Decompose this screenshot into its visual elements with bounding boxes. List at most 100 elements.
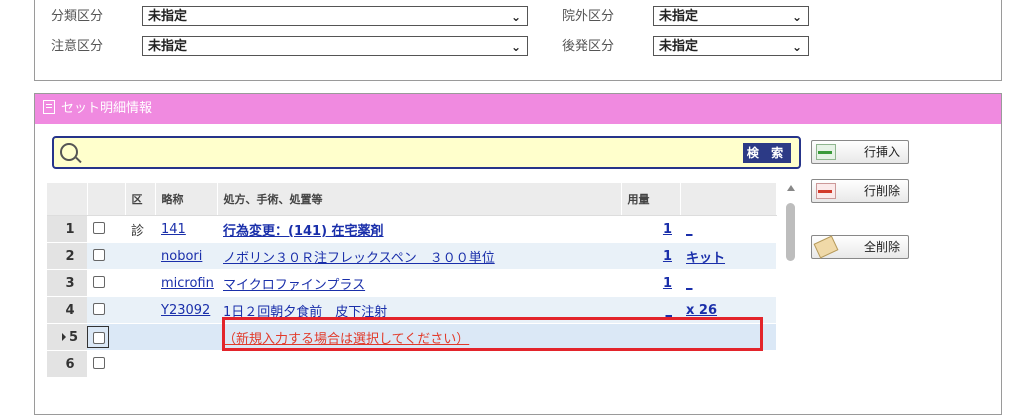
row-unit-link[interactable]: _ [686, 276, 693, 291]
row-dose-cell: 1 [621, 269, 680, 297]
generic-value: 未指定 [659, 39, 699, 54]
table-row[interactable]: 2 nobori ノボリン３０Ｒ注フレックスペン ３００単位 1 キット [47, 242, 776, 270]
search-input[interactable]: 検 索 [52, 136, 801, 169]
row-unit-cell: キット [680, 242, 776, 270]
row-kubun [125, 269, 155, 297]
row-dose-cell: 1 [621, 215, 680, 243]
row-check-cell [87, 296, 125, 324]
header-kubun: 区 [125, 183, 156, 216]
search-icon [60, 143, 78, 161]
row-check-cell [87, 269, 125, 297]
row-check-cell [87, 215, 125, 243]
row-checkbox[interactable] [93, 221, 105, 234]
table-row[interactable]: 4 Y23092 1日２回朝夕食前 皮下注射 _ x 26 [47, 296, 776, 324]
delete-row-button[interactable]: 行削除 [811, 179, 909, 203]
set-detail-title: セット明細情報 [61, 101, 153, 116]
row-kubun [125, 323, 155, 351]
row-abbr-cell: microfin [155, 269, 217, 297]
row-checkbox[interactable] [93, 332, 105, 344]
row-checkbox[interactable] [93, 302, 105, 315]
row-unit-link[interactable]: _ [686, 222, 693, 237]
delete-row-label: 行削除 [863, 184, 900, 198]
row-dose-cell [621, 323, 680, 351]
focused-checkbox-frame[interactable] [87, 326, 109, 348]
classification-select[interactable]: 未指定 ⌄ [142, 6, 528, 26]
delete-row-icon [816, 183, 836, 199]
table-row-selected[interactable]: 5 （新規入力する場合は選択してください） [47, 323, 776, 351]
row-checkbox[interactable] [93, 275, 105, 288]
table-row[interactable]: 3 microfin マイクロファインプラス 1 _ [47, 269, 776, 297]
clipboard-icon [43, 100, 55, 114]
row-treatment-cell: （新規入力する場合は選択してください） [217, 323, 621, 351]
header-check [87, 183, 126, 216]
table-row[interactable]: 6 [47, 350, 776, 378]
row-kubun [125, 296, 155, 324]
row-abbr-link[interactable]: microfin [161, 276, 214, 291]
row-number: 5 [68, 329, 79, 345]
row-dose-link[interactable]: 1 [663, 249, 672, 264]
row-checkbox[interactable] [93, 248, 105, 261]
row-kubun [125, 242, 155, 270]
row-treatment-cell: 行為変更：(141) 在宅薬剤 [217, 215, 621, 243]
outside-hospital-select[interactable]: 未指定 ⌄ [653, 6, 809, 26]
row-dose-link[interactable]: 1 [663, 222, 672, 237]
row-treatment-cell [217, 350, 621, 378]
row-dose-cell: 1 [621, 242, 680, 270]
row-checkbox[interactable] [93, 356, 105, 369]
chevron-down-icon: ⌄ [510, 10, 521, 24]
current-row-arrow-icon [61, 332, 66, 341]
row-abbr-link[interactable]: 141 [161, 222, 186, 237]
row-dose-link[interactable]: 1 [663, 276, 672, 291]
header-abbr: 略称 [155, 183, 218, 216]
table-header: 区 略称 処方、手術、処置等 用量 [47, 183, 777, 216]
row-dose-cell: _ [621, 296, 680, 324]
header-treatment: 処方、手術、処置等 [217, 183, 622, 216]
delete-all-button[interactable]: 全削除 [811, 235, 909, 259]
header-dose: 用量 [621, 183, 681, 216]
row-abbr-cell [155, 323, 217, 351]
table-row[interactable]: 1 診 141 行為変更：(141) 在宅薬剤 1 _ [47, 215, 776, 243]
generic-select[interactable]: 未指定 ⌄ [653, 36, 809, 56]
row-treatment-link[interactable]: ノボリン３０Ｒ注フレックスペン ３００単位 [223, 251, 495, 266]
row-treatment-link[interactable]: 行為変更：(141) 在宅薬剤 [223, 224, 384, 239]
chevron-down-icon: ⌄ [791, 10, 802, 24]
insert-row-icon [816, 144, 836, 160]
caution-label: 注意区分 [51, 39, 104, 54]
filter-row-1: 分類区分 未指定 ⌄ 院外区分 未指定 ⌄ [35, 6, 1001, 28]
row-treatment-link[interactable]: マイクロファインプラス [223, 278, 365, 293]
scroll-thumb[interactable] [786, 203, 795, 261]
eraser-icon [813, 235, 839, 259]
row-treatment-link[interactable]: 1日２回朝夕食前 皮下注射 [223, 305, 387, 320]
row-treatment-cell: 1日２回朝夕食前 皮下注射 [217, 296, 621, 324]
row-unit-cell [680, 323, 776, 351]
row-check-cell [87, 323, 125, 351]
scroll-up-icon[interactable] [787, 185, 795, 191]
row-number: 2 [47, 242, 87, 270]
chevron-down-icon: ⌄ [791, 40, 802, 54]
row-abbr-cell [155, 350, 217, 378]
insert-row-button[interactable]: 行挿入 [811, 140, 909, 164]
row-check-cell [87, 350, 125, 378]
search-button[interactable]: 検 索 [743, 143, 791, 163]
row-treatment-cell: ノボリン３０Ｒ注フレックスペン ３００単位 [217, 242, 621, 270]
row-unit-link[interactable]: x 26 [686, 303, 717, 318]
outside-hospital-value: 未指定 [659, 9, 699, 24]
table-scrollbar[interactable] [784, 183, 798, 413]
row-abbr-cell: Y23092 [155, 296, 217, 324]
row-abbr-link[interactable]: Y23092 [161, 303, 210, 318]
row-abbr-cell: nobori [155, 242, 217, 270]
row-unit-link[interactable]: キット [686, 251, 725, 266]
filter-row-2: 注意区分 未指定 ⌄ 後発区分 未指定 ⌄ [35, 36, 1001, 58]
row-abbr-cell: 141 [155, 215, 217, 243]
row-treatment-cell: マイクロファインプラス [217, 269, 621, 297]
caution-select[interactable]: 未指定 ⌄ [142, 36, 528, 56]
row-number: 6 [47, 350, 87, 378]
classification-label: 分類区分 [51, 9, 104, 24]
header-unit [680, 183, 777, 216]
row-number: 3 [47, 269, 87, 297]
header-rownum [47, 183, 88, 216]
new-entry-link[interactable]: （新規入力する場合は選択してください） [223, 332, 469, 347]
row-abbr-link[interactable]: nobori [161, 249, 202, 264]
row-dose-link[interactable]: _ [666, 303, 673, 318]
caution-value: 未指定 [148, 39, 188, 54]
